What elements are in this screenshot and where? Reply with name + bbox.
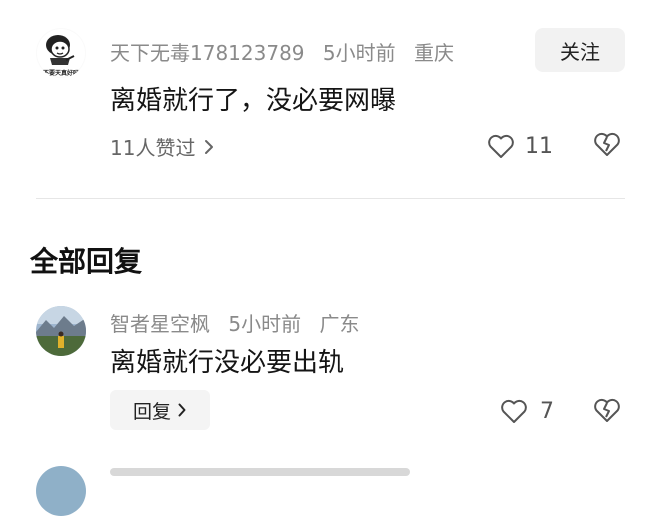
avatar-caption: 不要天真好吗	[42, 70, 79, 77]
broken-heart-icon	[594, 132, 620, 156]
landscape-avatar-icon	[36, 306, 86, 356]
chevron-right-icon	[178, 403, 186, 417]
dislike-button[interactable]	[593, 131, 621, 159]
divider	[36, 198, 625, 199]
like-count: 11	[525, 133, 553, 159]
avatar[interactable]: 不要天真好吗	[36, 28, 86, 78]
heart-icon	[501, 399, 527, 423]
timestamp: 5小时前	[228, 312, 302, 336]
heart-icon	[488, 134, 514, 158]
timestamp: 5小时前	[322, 41, 396, 65]
avatar[interactable]	[36, 466, 86, 516]
comment-meta: 天下无毒178123789 5小时前 重庆	[110, 37, 466, 66]
dislike-button[interactable]	[593, 397, 621, 425]
avatar[interactable]	[36, 306, 86, 356]
broken-heart-icon	[594, 398, 620, 422]
next-reply-meta-placeholder	[110, 468, 410, 476]
follow-button[interactable]: 关注	[535, 28, 625, 72]
username[interactable]: 天下无毒178123789	[110, 41, 305, 65]
likers-label: 11人赞过	[110, 136, 196, 160]
location: 广东	[319, 312, 360, 336]
like-count: 7	[540, 398, 554, 424]
section-title: 全部回复	[30, 245, 143, 278]
chevron-right-icon	[205, 139, 214, 154]
reply-button[interactable]: 回复	[110, 390, 210, 430]
follow-label: 关注	[560, 39, 600, 64]
location: 重庆	[413, 41, 454, 65]
comment-text: 离婚就行了，没必要网曝	[110, 86, 397, 116]
like-button[interactable]: 7	[500, 396, 560, 426]
username[interactable]: 智者星空枫	[110, 312, 210, 336]
reply-text: 离婚就行没必要出轨	[110, 348, 345, 378]
reply-meta: 智者星空枫 5小时前 广东	[110, 308, 371, 337]
reply-label: 回复	[132, 400, 171, 423]
likers-link[interactable]: 11人赞过	[110, 132, 215, 161]
like-button[interactable]: 11	[487, 131, 557, 161]
